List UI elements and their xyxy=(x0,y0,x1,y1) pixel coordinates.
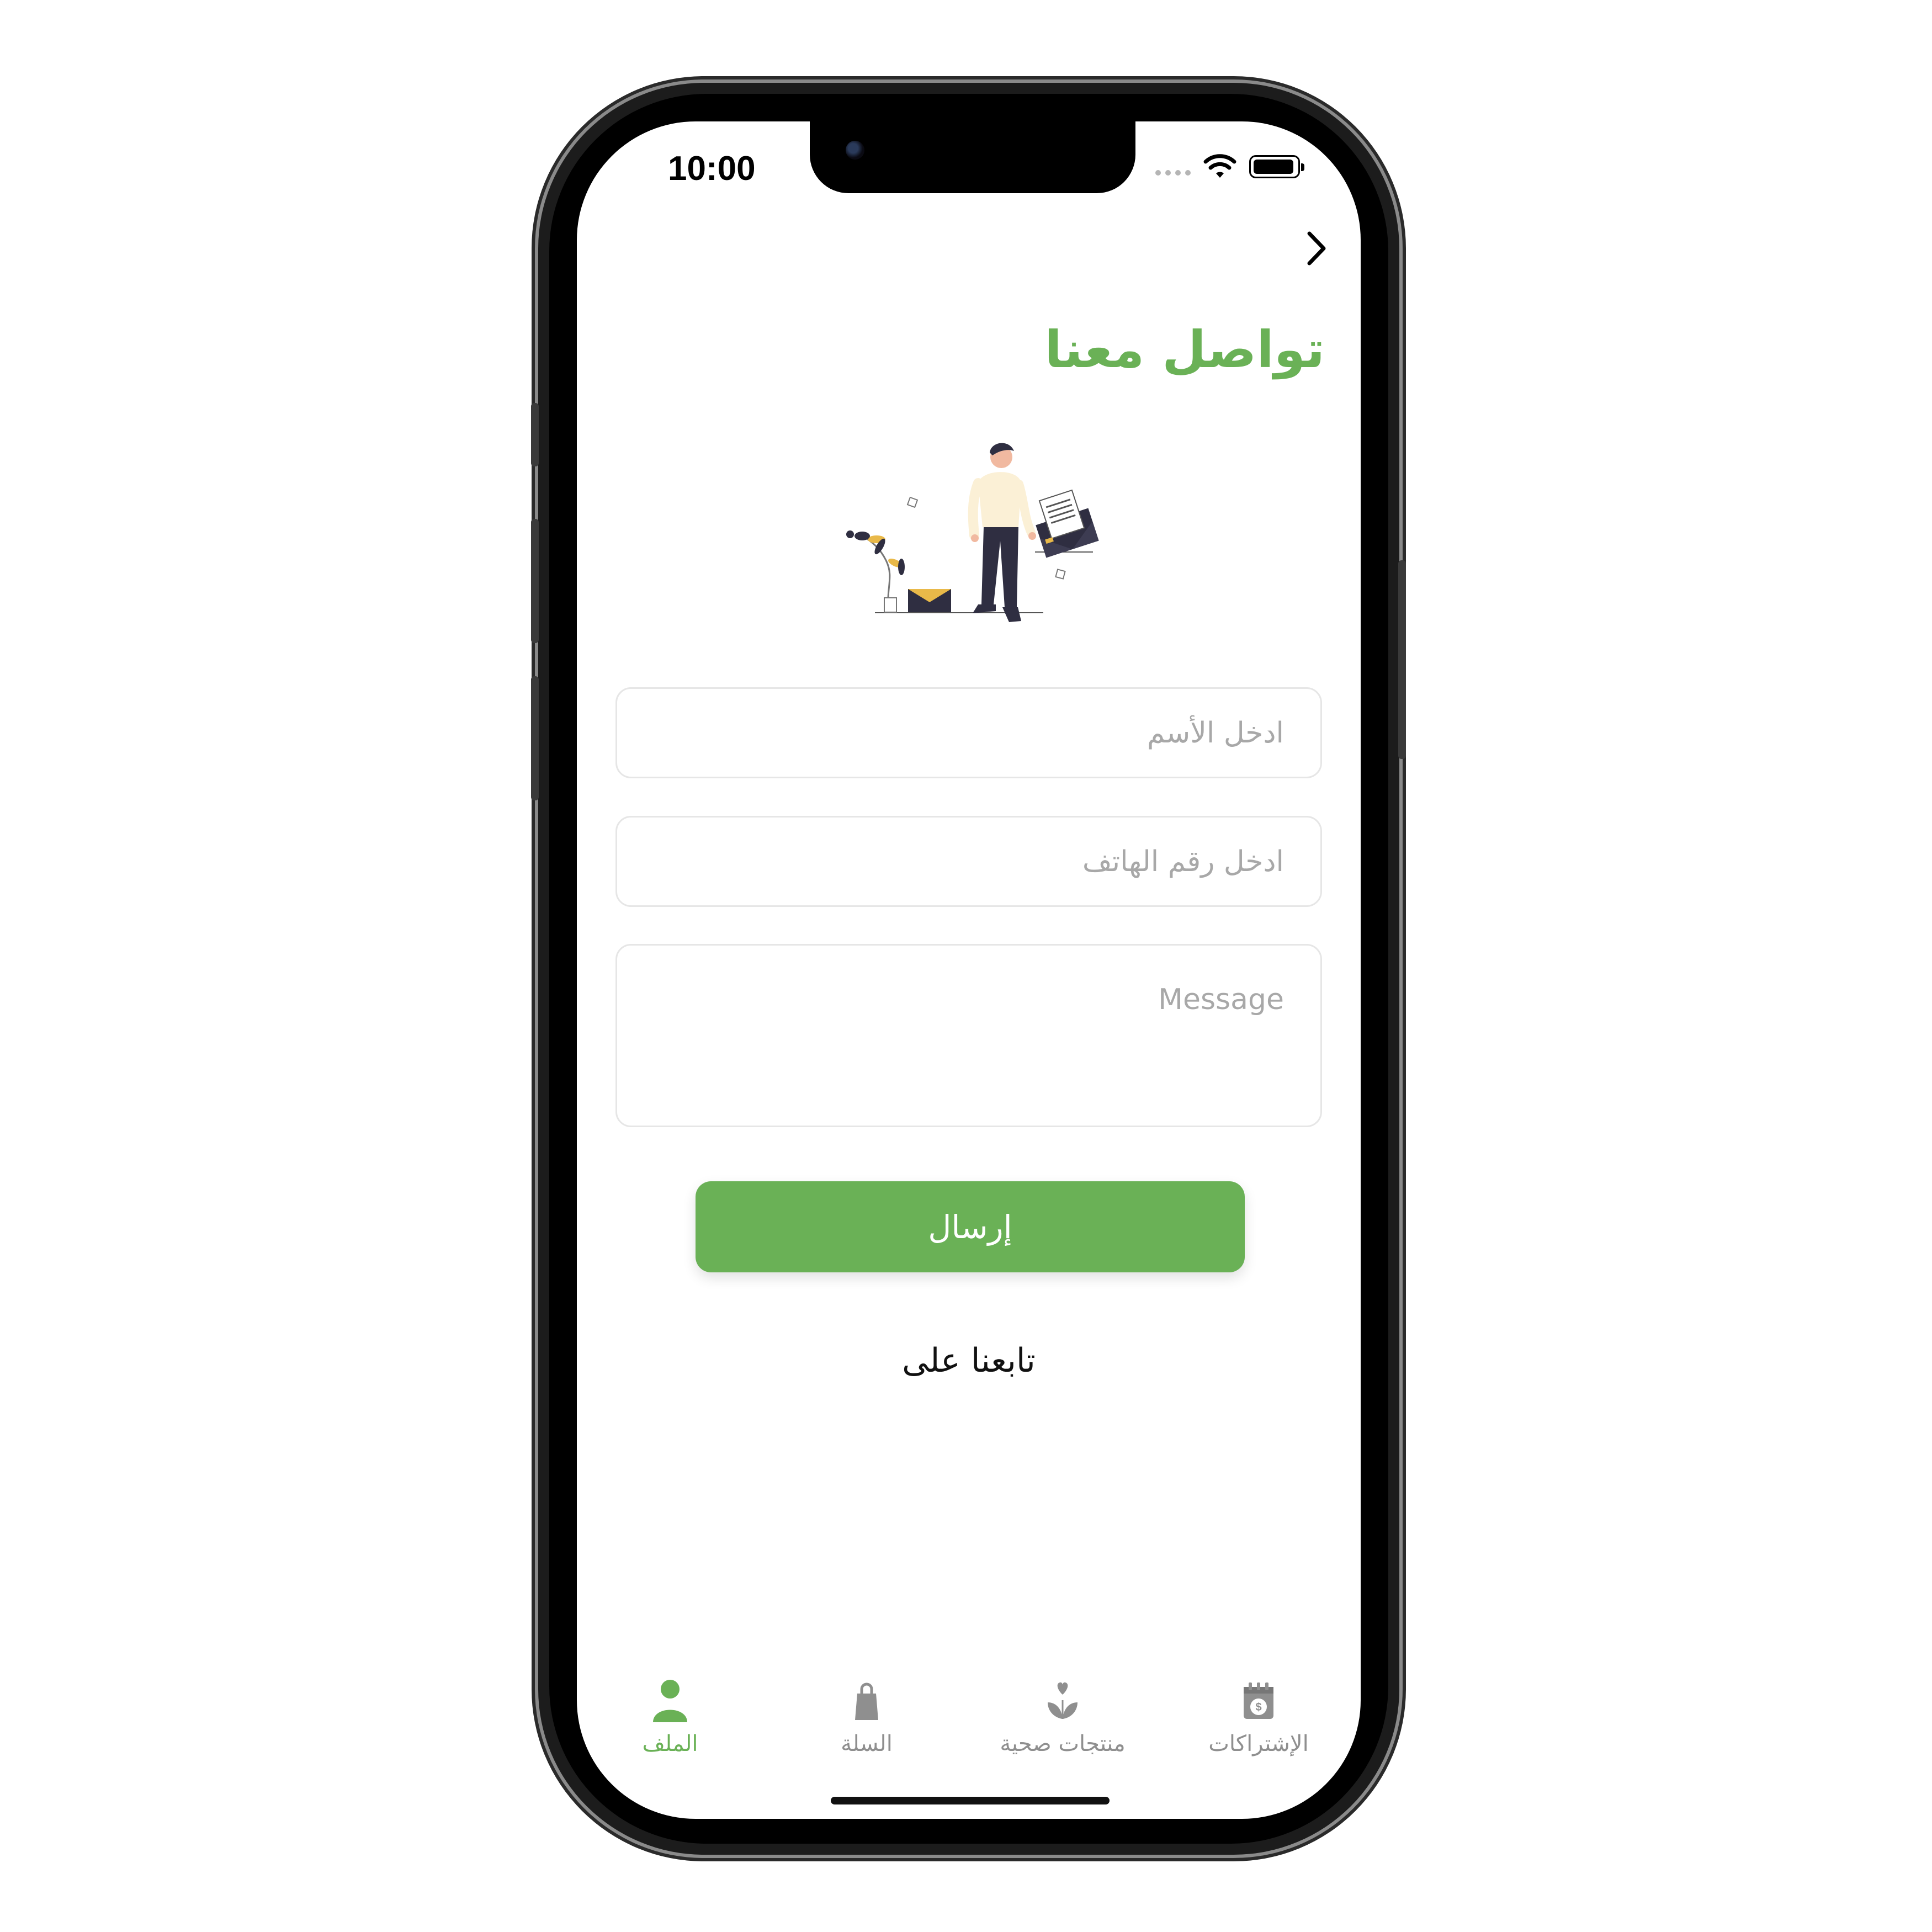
page-title: تواصل معنا xyxy=(1044,320,1325,379)
tab-healthy-products-label: منتجات صحية xyxy=(1000,1731,1126,1756)
power-button xyxy=(1398,560,1406,759)
battery-cap xyxy=(1301,163,1304,171)
app-screen: 10:00 تواصل معنا ادخل الأسم ادخل رقم اله… xyxy=(577,121,1361,1819)
submit-button[interactable]: إرسال xyxy=(696,1181,1245,1272)
notch xyxy=(810,121,1135,193)
tab-cart[interactable]: السلة xyxy=(784,1678,949,1756)
front-camera xyxy=(846,141,864,160)
message-field[interactable]: Message xyxy=(615,944,1322,1127)
tab-profile-label: الملف xyxy=(642,1731,698,1756)
tab-subscriptions-label: الإشتراكات xyxy=(1208,1731,1309,1756)
tab-cart-label: السلة xyxy=(841,1731,893,1756)
plant-heart-icon xyxy=(1048,1682,1078,1719)
status-icons xyxy=(1155,153,1304,180)
tab-subscriptions[interactable]: $ الإشتراكات xyxy=(1176,1678,1341,1756)
follow-us-label: تابعنا على xyxy=(902,1341,1036,1380)
mute-switch xyxy=(531,403,539,466)
phone-placeholder: ادخل رقم الهاتف xyxy=(1082,845,1284,878)
bottom-tab-bar: الملف السلة منتجات صحية $ الإشتراكات xyxy=(577,1678,1361,1777)
phone-field[interactable]: ادخل رقم الهاتف xyxy=(615,816,1322,907)
cellular-signal-icon xyxy=(1155,170,1191,176)
battery-icon xyxy=(1249,155,1304,178)
volume-down-button xyxy=(531,676,539,800)
svg-text:$: $ xyxy=(1255,1701,1261,1713)
message-placeholder: Message xyxy=(1158,983,1284,1016)
name-placeholder: ادخل الأسم xyxy=(1147,716,1284,750)
tab-healthy-products[interactable]: منتجات صحية xyxy=(980,1678,1145,1756)
profile-icon xyxy=(653,1680,687,1722)
home-indicator[interactable] xyxy=(831,1797,1110,1804)
back-button[interactable] xyxy=(1294,226,1339,270)
tab-profile[interactable]: الملف xyxy=(587,1678,753,1756)
wifi-icon xyxy=(1203,154,1236,178)
bag-icon xyxy=(855,1682,878,1720)
chevron-right-icon xyxy=(1307,231,1326,266)
calendar-dollar-icon: $ xyxy=(1244,1682,1273,1719)
status-time: 10:00 xyxy=(668,150,756,188)
contact-illustration xyxy=(846,443,1099,622)
volume-up-button xyxy=(531,519,539,643)
battery-level xyxy=(1254,160,1293,174)
name-field[interactable]: ادخل الأسم xyxy=(615,687,1322,778)
